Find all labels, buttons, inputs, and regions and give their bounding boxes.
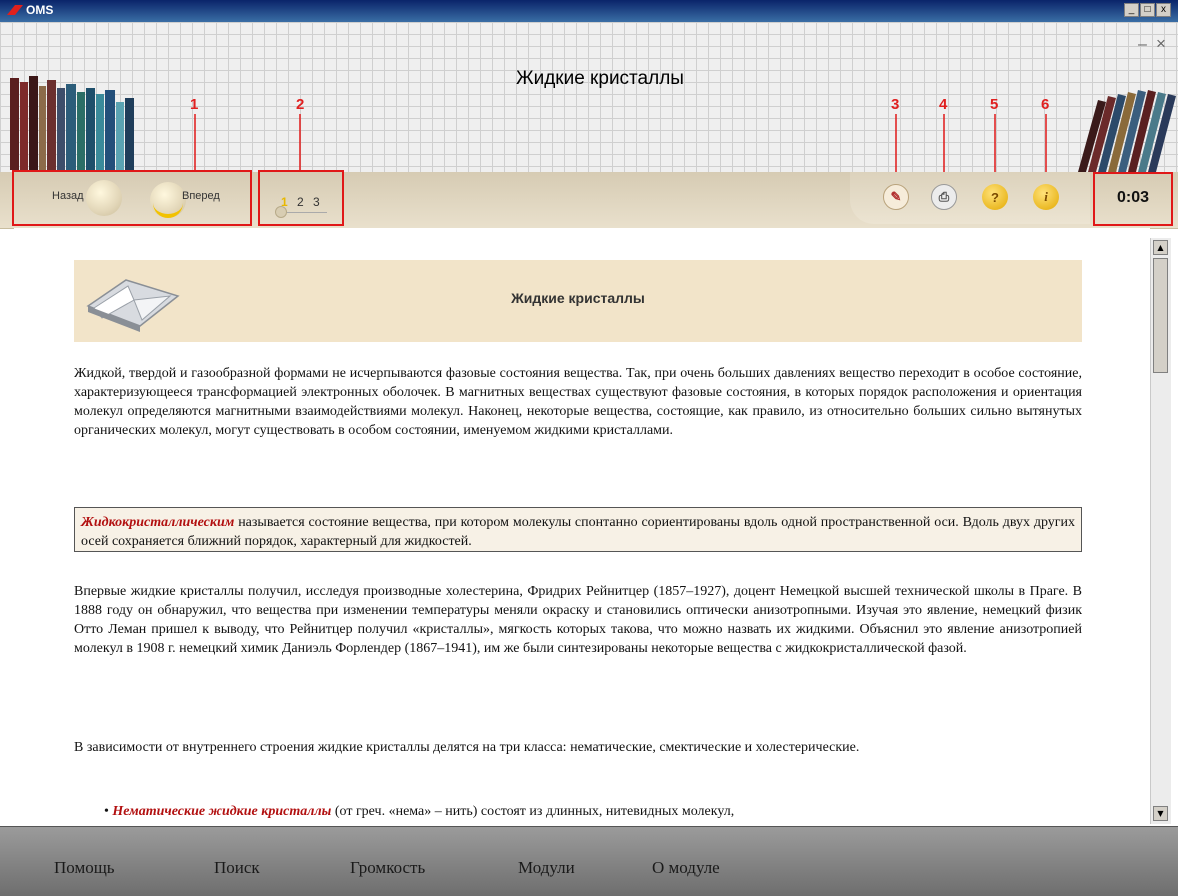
scroll-down-button[interactable]: ▼ [1153,806,1168,821]
menu-about-module[interactable]: О модуле [652,858,720,878]
paragraph-classes: В зависимости от внутреннего строения жи… [74,740,860,755]
paragraph-intro: Жидкой, твердой и газообразной формами н… [74,366,1082,438]
window-titlebar: OMS _ □ x [0,0,1178,22]
forward-knob-icon[interactable] [150,182,186,218]
vertical-scrollbar[interactable]: ▲ ▼ [1150,238,1171,824]
marker-2: 2 [296,96,305,113]
nematic-text: (от греч. «нема» – нить) состоят из длин… [331,804,735,819]
menu-search[interactable]: Поиск [214,858,260,878]
help-icon[interactable]: ? [982,184,1008,210]
bookshelf-right-icon [1078,90,1176,172]
app-logo-icon [7,5,23,15]
print-icon[interactable]: ⎙ [931,184,957,210]
marker-5: 5 [990,96,999,113]
marker-4: 4 [939,96,948,113]
bottom-menu: Помощь Поиск Громкость Модули О модуле [0,826,1178,896]
inner-close-button[interactable]: × [1156,34,1166,54]
menu-modules[interactable]: Модули [518,858,575,878]
marker-1: 1 [190,96,199,113]
back-knob-icon[interactable] [86,180,122,216]
menu-volume[interactable]: Громкость [350,858,425,878]
info-icon[interactable]: i [1033,184,1059,210]
topic-banner: Жидкие кристаллы [74,260,1082,342]
back-button[interactable]: Назад [52,190,84,202]
marker-6: 6 [1041,96,1050,113]
page-title: Жидкие кристаллы [516,68,684,89]
bookmark-icon[interactable]: ✎ [883,184,909,210]
paragraph-history: Впервые жидкие кристаллы получил, исслед… [74,584,1082,656]
content-area: Жидкие кристаллы Жидкой, твердой и газоо… [14,228,1150,826]
topic-title: Жидкие кристаллы [511,290,645,306]
page-2-link[interactable]: 2 [297,195,304,209]
inner-minimize-button[interactable]: – [1138,36,1147,54]
session-timer: 0:03 [1116,189,1150,206]
maximize-button[interactable]: □ [1140,3,1155,17]
scroll-up-button[interactable]: ▲ [1153,240,1168,255]
bookshelf-left-icon [10,76,134,170]
marker-3: 3 [891,96,900,113]
nematic-term: Нематические жидкие кристаллы [112,804,332,819]
menu-help[interactable]: Помощь [54,858,115,878]
close-button[interactable]: x [1156,3,1171,17]
app-title: OMS [26,3,54,17]
scroll-thumb[interactable] [1153,258,1168,373]
list-item-nematic: • Нематические жидкие кристаллы (от греч… [104,804,735,819]
minimize-button[interactable]: _ [1124,3,1139,17]
forward-button[interactable]: Вперед [182,190,220,202]
pager-slider-handle[interactable] [275,206,287,218]
page-3-link[interactable]: 3 [313,195,320,209]
definition-term: Жидкокристаллическим [81,515,235,530]
header [0,22,1178,172]
definition-box: Жидкокристаллическим называется состояни… [74,507,1082,552]
